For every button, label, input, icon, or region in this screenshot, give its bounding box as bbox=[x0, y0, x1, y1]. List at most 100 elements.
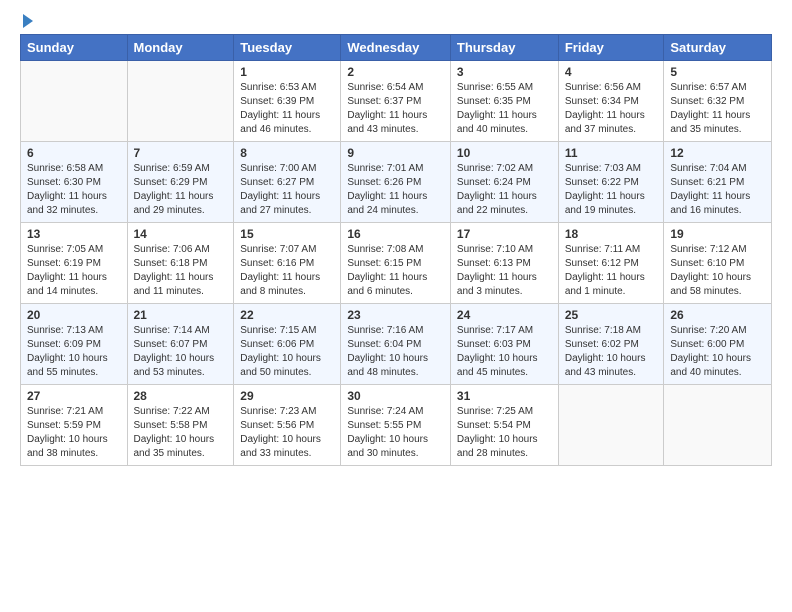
table-row: 15 Sunrise: 7:07 AM Sunset: 6:16 PM Dayli… bbox=[234, 223, 341, 304]
table-row: 21 Sunrise: 7:14 AM Sunset: 6:07 PM Dayli… bbox=[127, 304, 234, 385]
day-number: 12 bbox=[670, 146, 765, 160]
logo bbox=[20, 16, 33, 28]
col-wednesday: Wednesday bbox=[341, 35, 451, 61]
calendar-week-row: 20 Sunrise: 7:13 AM Sunset: 6:09 PM Dayli… bbox=[21, 304, 772, 385]
day-number: 26 bbox=[670, 308, 765, 322]
day-number: 19 bbox=[670, 227, 765, 241]
table-row: 11 Sunrise: 7:03 AM Sunset: 6:22 PM Dayli… bbox=[558, 142, 664, 223]
day-number: 11 bbox=[565, 146, 658, 160]
day-number: 9 bbox=[347, 146, 444, 160]
table-row: 13 Sunrise: 7:05 AM Sunset: 6:19 PM Dayli… bbox=[21, 223, 128, 304]
calendar-week-row: 13 Sunrise: 7:05 AM Sunset: 6:19 PM Dayli… bbox=[21, 223, 772, 304]
table-row: 3 Sunrise: 6:55 AM Sunset: 6:35 PM Daylig… bbox=[450, 61, 558, 142]
table-row: 28 Sunrise: 7:22 AM Sunset: 5:58 PM Dayli… bbox=[127, 385, 234, 466]
calendar-table: Sunday Monday Tuesday Wednesday Thursday… bbox=[20, 34, 772, 466]
cell-info: Sunrise: 7:18 AM Sunset: 6:02 PM Dayligh… bbox=[565, 324, 658, 380]
cell-info: Sunrise: 7:12 AM Sunset: 6:10 PM Dayligh… bbox=[670, 243, 765, 299]
day-number: 24 bbox=[457, 308, 552, 322]
table-row: 19 Sunrise: 7:12 AM Sunset: 6:10 PM Dayli… bbox=[664, 223, 772, 304]
table-row: 20 Sunrise: 7:13 AM Sunset: 6:09 PM Dayli… bbox=[21, 304, 128, 385]
day-number: 2 bbox=[347, 65, 444, 79]
day-number: 25 bbox=[565, 308, 658, 322]
cell-info: Sunrise: 7:23 AM Sunset: 5:56 PM Dayligh… bbox=[240, 405, 334, 461]
table-row: 31Sunrise: 7:25 AM Sunset: 5:54 PM Dayli… bbox=[450, 385, 558, 466]
cell-info: Sunrise: 7:04 AM Sunset: 6:21 PM Dayligh… bbox=[670, 162, 765, 218]
cell-info: Sunrise: 7:15 AM Sunset: 6:06 PM Dayligh… bbox=[240, 324, 334, 380]
calendar-week-row: 6 Sunrise: 6:58 AM Sunset: 6:30 PM Daylig… bbox=[21, 142, 772, 223]
day-number: 20 bbox=[27, 308, 121, 322]
day-number: 23 bbox=[347, 308, 444, 322]
calendar-week-row: 27 Sunrise: 7:21 AM Sunset: 5:59 PM Dayli… bbox=[21, 385, 772, 466]
day-number: 28 bbox=[134, 389, 228, 403]
table-row: 17Sunrise: 7:10 AM Sunset: 6:13 PM Dayli… bbox=[450, 223, 558, 304]
cell-info: Sunrise: 7:14 AM Sunset: 6:07 PM Dayligh… bbox=[134, 324, 228, 380]
cell-info: Sunrise: 7:07 AM Sunset: 6:16 PM Dayligh… bbox=[240, 243, 334, 299]
cell-info: Sunrise: 6:59 AM Sunset: 6:29 PM Dayligh… bbox=[134, 162, 228, 218]
day-number: 16 bbox=[347, 227, 444, 241]
day-number: 14 bbox=[134, 227, 228, 241]
col-saturday: Saturday bbox=[664, 35, 772, 61]
table-row: 30 Sunrise: 7:24 AM Sunset: 5:55 PM Dayli… bbox=[341, 385, 451, 466]
cell-info: Sunrise: 7:03 AM Sunset: 6:22 PM Dayligh… bbox=[565, 162, 658, 218]
table-row: 16 Sunrise: 7:08 AM Sunset: 6:15 PM Dayli… bbox=[341, 223, 451, 304]
day-number: 29 bbox=[240, 389, 334, 403]
cell-info: Sunrise: 6:55 AM Sunset: 6:35 PM Dayligh… bbox=[457, 81, 552, 137]
cell-info: Sunrise: 6:54 AM Sunset: 6:37 PM Dayligh… bbox=[347, 81, 444, 137]
logo-triangle-icon bbox=[23, 14, 33, 28]
calendar-week-row: 1Sunrise: 6:53 AM Sunset: 6:39 PM Daylig… bbox=[21, 61, 772, 142]
day-number: 18 bbox=[565, 227, 658, 241]
day-number: 31 bbox=[457, 389, 552, 403]
table-row: 5Sunrise: 6:57 AM Sunset: 6:32 PM Daylig… bbox=[664, 61, 772, 142]
day-number: 7 bbox=[134, 146, 228, 160]
day-number: 3 bbox=[457, 65, 552, 79]
cell-info: Sunrise: 6:57 AM Sunset: 6:32 PM Dayligh… bbox=[670, 81, 765, 137]
header bbox=[20, 16, 772, 28]
col-sunday: Sunday bbox=[21, 35, 128, 61]
day-number: 1 bbox=[240, 65, 334, 79]
day-number: 27 bbox=[27, 389, 121, 403]
table-row: 6 Sunrise: 6:58 AM Sunset: 6:30 PM Daylig… bbox=[21, 142, 128, 223]
cell-info: Sunrise: 6:56 AM Sunset: 6:34 PM Dayligh… bbox=[565, 81, 658, 137]
cell-info: Sunrise: 7:24 AM Sunset: 5:55 PM Dayligh… bbox=[347, 405, 444, 461]
cell-info: Sunrise: 7:08 AM Sunset: 6:15 PM Dayligh… bbox=[347, 243, 444, 299]
cell-info: Sunrise: 7:11 AM Sunset: 6:12 PM Dayligh… bbox=[565, 243, 658, 299]
col-monday: Monday bbox=[127, 35, 234, 61]
day-number: 13 bbox=[27, 227, 121, 241]
table-row: 12 Sunrise: 7:04 AM Sunset: 6:21 PM Dayli… bbox=[664, 142, 772, 223]
day-number: 21 bbox=[134, 308, 228, 322]
table-row: 29 Sunrise: 7:23 AM Sunset: 5:56 PM Dayli… bbox=[234, 385, 341, 466]
cell-info: Sunrise: 7:02 AM Sunset: 6:24 PM Dayligh… bbox=[457, 162, 552, 218]
table-row: 1Sunrise: 6:53 AM Sunset: 6:39 PM Daylig… bbox=[234, 61, 341, 142]
table-row: 26 Sunrise: 7:20 AM Sunset: 6:00 PM Dayli… bbox=[664, 304, 772, 385]
table-row bbox=[664, 385, 772, 466]
day-number: 6 bbox=[27, 146, 121, 160]
table-row: 10 Sunrise: 7:02 AM Sunset: 6:24 PM Dayli… bbox=[450, 142, 558, 223]
day-number: 15 bbox=[240, 227, 334, 241]
day-number: 10 bbox=[457, 146, 552, 160]
table-row: 8Sunrise: 7:00 AM Sunset: 6:27 PM Daylig… bbox=[234, 142, 341, 223]
table-row: 9 Sunrise: 7:01 AM Sunset: 6:26 PM Daylig… bbox=[341, 142, 451, 223]
cell-info: Sunrise: 7:17 AM Sunset: 6:03 PM Dayligh… bbox=[457, 324, 552, 380]
calendar-page: Sunday Monday Tuesday Wednesday Thursday… bbox=[0, 0, 792, 482]
cell-info: Sunrise: 7:16 AM Sunset: 6:04 PM Dayligh… bbox=[347, 324, 444, 380]
table-row bbox=[558, 385, 664, 466]
table-row: 14 Sunrise: 7:06 AM Sunset: 6:18 PM Dayli… bbox=[127, 223, 234, 304]
calendar-header-row: Sunday Monday Tuesday Wednesday Thursday… bbox=[21, 35, 772, 61]
cell-info: Sunrise: 7:13 AM Sunset: 6:09 PM Dayligh… bbox=[27, 324, 121, 380]
cell-info: Sunrise: 7:21 AM Sunset: 5:59 PM Dayligh… bbox=[27, 405, 121, 461]
cell-info: Sunrise: 7:05 AM Sunset: 6:19 PM Dayligh… bbox=[27, 243, 121, 299]
cell-info: Sunrise: 7:01 AM Sunset: 6:26 PM Dayligh… bbox=[347, 162, 444, 218]
table-row: 27 Sunrise: 7:21 AM Sunset: 5:59 PM Dayli… bbox=[21, 385, 128, 466]
day-number: 30 bbox=[347, 389, 444, 403]
cell-info: Sunrise: 7:10 AM Sunset: 6:13 PM Dayligh… bbox=[457, 243, 552, 299]
cell-info: Sunrise: 7:22 AM Sunset: 5:58 PM Dayligh… bbox=[134, 405, 228, 461]
cell-info: Sunrise: 6:58 AM Sunset: 6:30 PM Dayligh… bbox=[27, 162, 121, 218]
day-number: 8 bbox=[240, 146, 334, 160]
table-row: 22 Sunrise: 7:15 AM Sunset: 6:06 PM Dayli… bbox=[234, 304, 341, 385]
table-row bbox=[21, 61, 128, 142]
cell-info: Sunrise: 7:20 AM Sunset: 6:00 PM Dayligh… bbox=[670, 324, 765, 380]
col-tuesday: Tuesday bbox=[234, 35, 341, 61]
table-row: 23 Sunrise: 7:16 AM Sunset: 6:04 PM Dayli… bbox=[341, 304, 451, 385]
cell-info: Sunrise: 7:06 AM Sunset: 6:18 PM Dayligh… bbox=[134, 243, 228, 299]
day-number: 22 bbox=[240, 308, 334, 322]
